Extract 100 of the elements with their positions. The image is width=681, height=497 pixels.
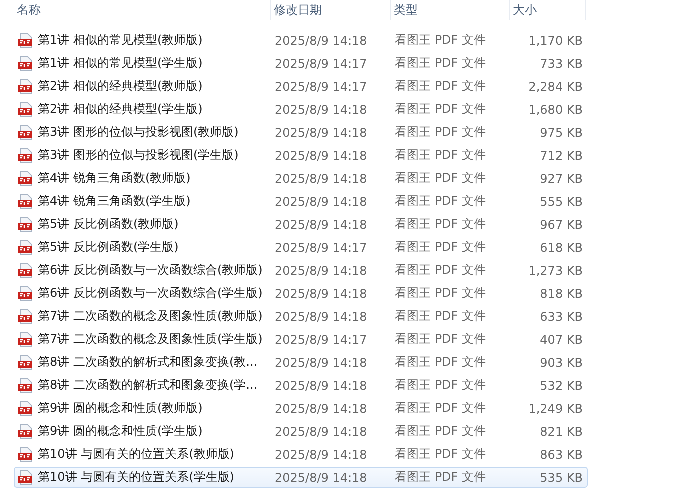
file-name: 第5讲 反比例函数(教师版)	[38, 216, 179, 233]
file-name: 第6讲 反比例函数与一次函数综合(学生版)	[38, 285, 263, 302]
modified-date: 2025/8/9 14:18	[274, 148, 368, 162]
file-size: 618 KB	[539, 240, 584, 254]
file-row[interactable]: 第1讲 相似的常见模型(学生版) 2025/8/9 14:17 看图王 PDF 文件 733 KB	[14, 53, 588, 74]
file-name: 第8讲 二次函数的解析式和图象变换(教...	[38, 354, 258, 371]
pdf-file-icon	[18, 216, 34, 232]
file-name: 第10讲 与圆有关的位置关系(教师版)	[38, 446, 234, 463]
file-row[interactable]: 第8讲 二次函数的解析式和图象变换(教... 2025/8/9 14:18 看图王 PDF 文件 903 KB	[14, 352, 588, 373]
column-header[interactable]: 类型	[391, 0, 510, 20]
file-type: 看图王 PDF 文件	[394, 101, 488, 118]
file-type: 看图王 PDF 文件	[394, 400, 488, 417]
file-row[interactable]: 第6讲 反比例函数与一次函数综合(教师版) 2025/8/9 14:18 看图王 PDF 文件 1,273 KB	[14, 260, 588, 281]
file-name: 第7讲 二次函数的概念及图象性质(学生版)	[38, 331, 263, 348]
modified-date: 2025/8/9 14:18	[274, 264, 368, 278]
file-type: 看图王 PDF 文件	[394, 147, 488, 164]
modified-date: 2025/8/9 14:17	[274, 80, 368, 94]
modified-date: 2025/8/9 14:18	[274, 470, 368, 484]
file-name: 第1讲 相似的常见模型(教师版)	[38, 32, 203, 49]
column-header[interactable]: 修改日期	[271, 0, 391, 20]
modified-date: 2025/8/9 14:17	[274, 56, 368, 70]
pdf-file-icon	[18, 124, 34, 140]
pdf-file-icon	[18, 262, 34, 278]
file-row[interactable]: 第4讲 锐角三角函数(学生版) 2025/8/9 14:18 看图王 PDF 文件 555 KB	[14, 191, 588, 212]
file-size: 975 KB	[539, 126, 584, 140]
file-type: 看图王 PDF 文件	[394, 469, 488, 486]
file-name: 第7讲 二次函数的概念及图象性质(教师版)	[38, 308, 263, 325]
file-row[interactable]: 第2讲 相似的经典模型(教师版) 2025/8/9 14:17 看图王 PDF 文件 2,284 KB	[14, 76, 588, 97]
file-row[interactable]: 第7讲 二次函数的概念及图象性质(教师版) 2025/8/9 14:18 看图王 PDF 文件 633 KB	[14, 306, 588, 327]
file-row[interactable]: 第5讲 反比例函数(学生版) 2025/8/9 14:17 看图王 PDF 文件 618 KB	[14, 237, 588, 258]
file-row[interactable]: 第6讲 反比例函数与一次函数综合(学生版) 2025/8/9 14:18 看图王 PDF 文件 818 KB	[14, 283, 588, 304]
file-type: 看图王 PDF 文件	[394, 308, 488, 325]
pdf-file-icon	[18, 424, 34, 440]
modified-date: 2025/8/9 14:18	[274, 448, 368, 462]
file-size: 555 KB	[539, 194, 584, 208]
file-row[interactable]: 第1讲 相似的常见模型(教师版) 2025/8/9 14:18 看图王 PDF 文件 1,170 KB	[14, 30, 588, 51]
file-size: 633 KB	[539, 310, 584, 324]
file-name: 第6讲 反比例函数与一次函数综合(教师版)	[38, 262, 263, 279]
file-type: 看图王 PDF 文件	[394, 354, 488, 371]
pdf-file-icon	[18, 102, 34, 118]
file-type: 看图王 PDF 文件	[394, 216, 488, 233]
file-name: 第1讲 相似的常见模型(学生版)	[38, 55, 203, 72]
file-row[interactable]: 第8讲 二次函数的解析式和图象变换(学... 2025/8/9 14:18 看图王 PDF 文件 532 KB	[14, 375, 588, 396]
modified-date: 2025/8/9 14:18	[274, 310, 368, 324]
file-row[interactable]: 第5讲 反比例函数(教师版) 2025/8/9 14:18 看图王 PDF 文件 967 KB	[14, 214, 588, 235]
file-size: 733 KB	[539, 56, 584, 70]
file-name: 第9讲 圆的概念和性质(教师版)	[38, 400, 203, 417]
file-size: 1,249 KB	[528, 402, 584, 416]
modified-date: 2025/8/9 14:17	[274, 240, 368, 254]
file-size: 712 KB	[539, 148, 584, 162]
file-size: 2,284 KB	[528, 80, 584, 94]
file-size: 863 KB	[539, 448, 584, 462]
file-row[interactable]: 第4讲 锐角三角函数(教师版) 2025/8/9 14:18 看图王 PDF 文件 927 KB	[14, 168, 588, 189]
file-row[interactable]: 第3讲 图形的位似与投影视图(教师版) 2025/8/9 14:18 看图王 PDF 文件 975 KB	[14, 122, 588, 143]
file-type: 看图王 PDF 文件	[394, 377, 488, 394]
pdf-file-icon	[18, 446, 34, 462]
file-type: 看图王 PDF 文件	[394, 78, 488, 95]
modified-date: 2025/8/9 14:18	[274, 102, 368, 116]
file-size: 535 KB	[539, 470, 584, 484]
file-name: 第8讲 二次函数的解析式和图象变换(学...	[38, 377, 258, 394]
file-row[interactable]: 第9讲 圆的概念和性质(教师版) 2025/8/9 14:18 看图王 PDF 文件 1,249 KB	[14, 398, 588, 419]
file-size: 821 KB	[539, 424, 584, 438]
pdf-file-icon	[18, 78, 34, 94]
file-name: 第3讲 图形的位似与投影视图(教师版)	[38, 124, 239, 141]
pdf-file-icon	[18, 56, 34, 72]
column-header[interactable]: 名称	[14, 0, 271, 20]
file-row[interactable]: 第10讲 与圆有关的位置关系(教师版) 2025/8/9 14:18 看图王 PDF 文件 863 KB	[14, 444, 588, 465]
file-row[interactable]: 第10讲 与圆有关的位置关系(学生版) 2025/8/9 14:18 看图王 PDF 文件 535 KB	[14, 467, 588, 488]
file-row[interactable]: 第7讲 二次函数的概念及图象性质(学生版) 2025/8/9 14:17 看图王 PDF 文件 407 KB	[14, 329, 588, 350]
file-type: 看图王 PDF 文件	[394, 55, 488, 72]
file-row[interactable]: 第3讲 图形的位似与投影视图(学生版) 2025/8/9 14:18 看图王 PDF 文件 712 KB	[14, 145, 588, 166]
file-size: 1,273 KB	[528, 264, 584, 278]
file-type: 看图王 PDF 文件	[394, 285, 488, 302]
column-header[interactable]: 大小	[510, 0, 586, 20]
modified-date: 2025/8/9 14:18	[274, 286, 368, 300]
file-name: 第9讲 圆的概念和性质(学生版)	[38, 423, 203, 440]
modified-date: 2025/8/9 14:18	[274, 34, 368, 48]
modified-date: 2025/8/9 14:18	[274, 378, 368, 392]
modified-date: 2025/8/9 14:18	[274, 424, 368, 438]
file-type: 看图王 PDF 文件	[394, 331, 488, 348]
pdf-file-icon	[18, 308, 34, 324]
modified-date: 2025/8/9 14:18	[274, 218, 368, 232]
pdf-file-icon	[18, 170, 34, 186]
pdf-file-icon	[18, 240, 34, 256]
file-type: 看图王 PDF 文件	[394, 446, 488, 463]
file-name: 第4讲 锐角三角函数(学生版)	[38, 193, 191, 210]
file-size: 967 KB	[539, 218, 584, 232]
file-name: 第3讲 图形的位似与投影视图(学生版)	[38, 147, 239, 164]
pdf-file-icon	[18, 148, 34, 164]
pdf-file-icon	[18, 354, 34, 370]
file-row[interactable]: 第2讲 相似的经典模型(学生版) 2025/8/9 14:18 看图王 PDF 文件 1,680 KB	[14, 99, 588, 120]
file-size: 407 KB	[539, 332, 584, 346]
file-type: 看图王 PDF 文件	[394, 239, 488, 256]
file-row[interactable]: 第9讲 圆的概念和性质(学生版) 2025/8/9 14:18 看图王 PDF 文件 821 KB	[14, 421, 588, 442]
pdf-file-icon	[18, 194, 34, 210]
modified-date: 2025/8/9 14:18	[274, 402, 368, 416]
file-type: 看图王 PDF 文件	[394, 193, 488, 210]
modified-date: 2025/8/9 14:17	[274, 332, 368, 346]
file-name: 第4讲 锐角三角函数(教师版)	[38, 170, 191, 187]
file-name: 第10讲 与圆有关的位置关系(学生版)	[38, 469, 234, 486]
